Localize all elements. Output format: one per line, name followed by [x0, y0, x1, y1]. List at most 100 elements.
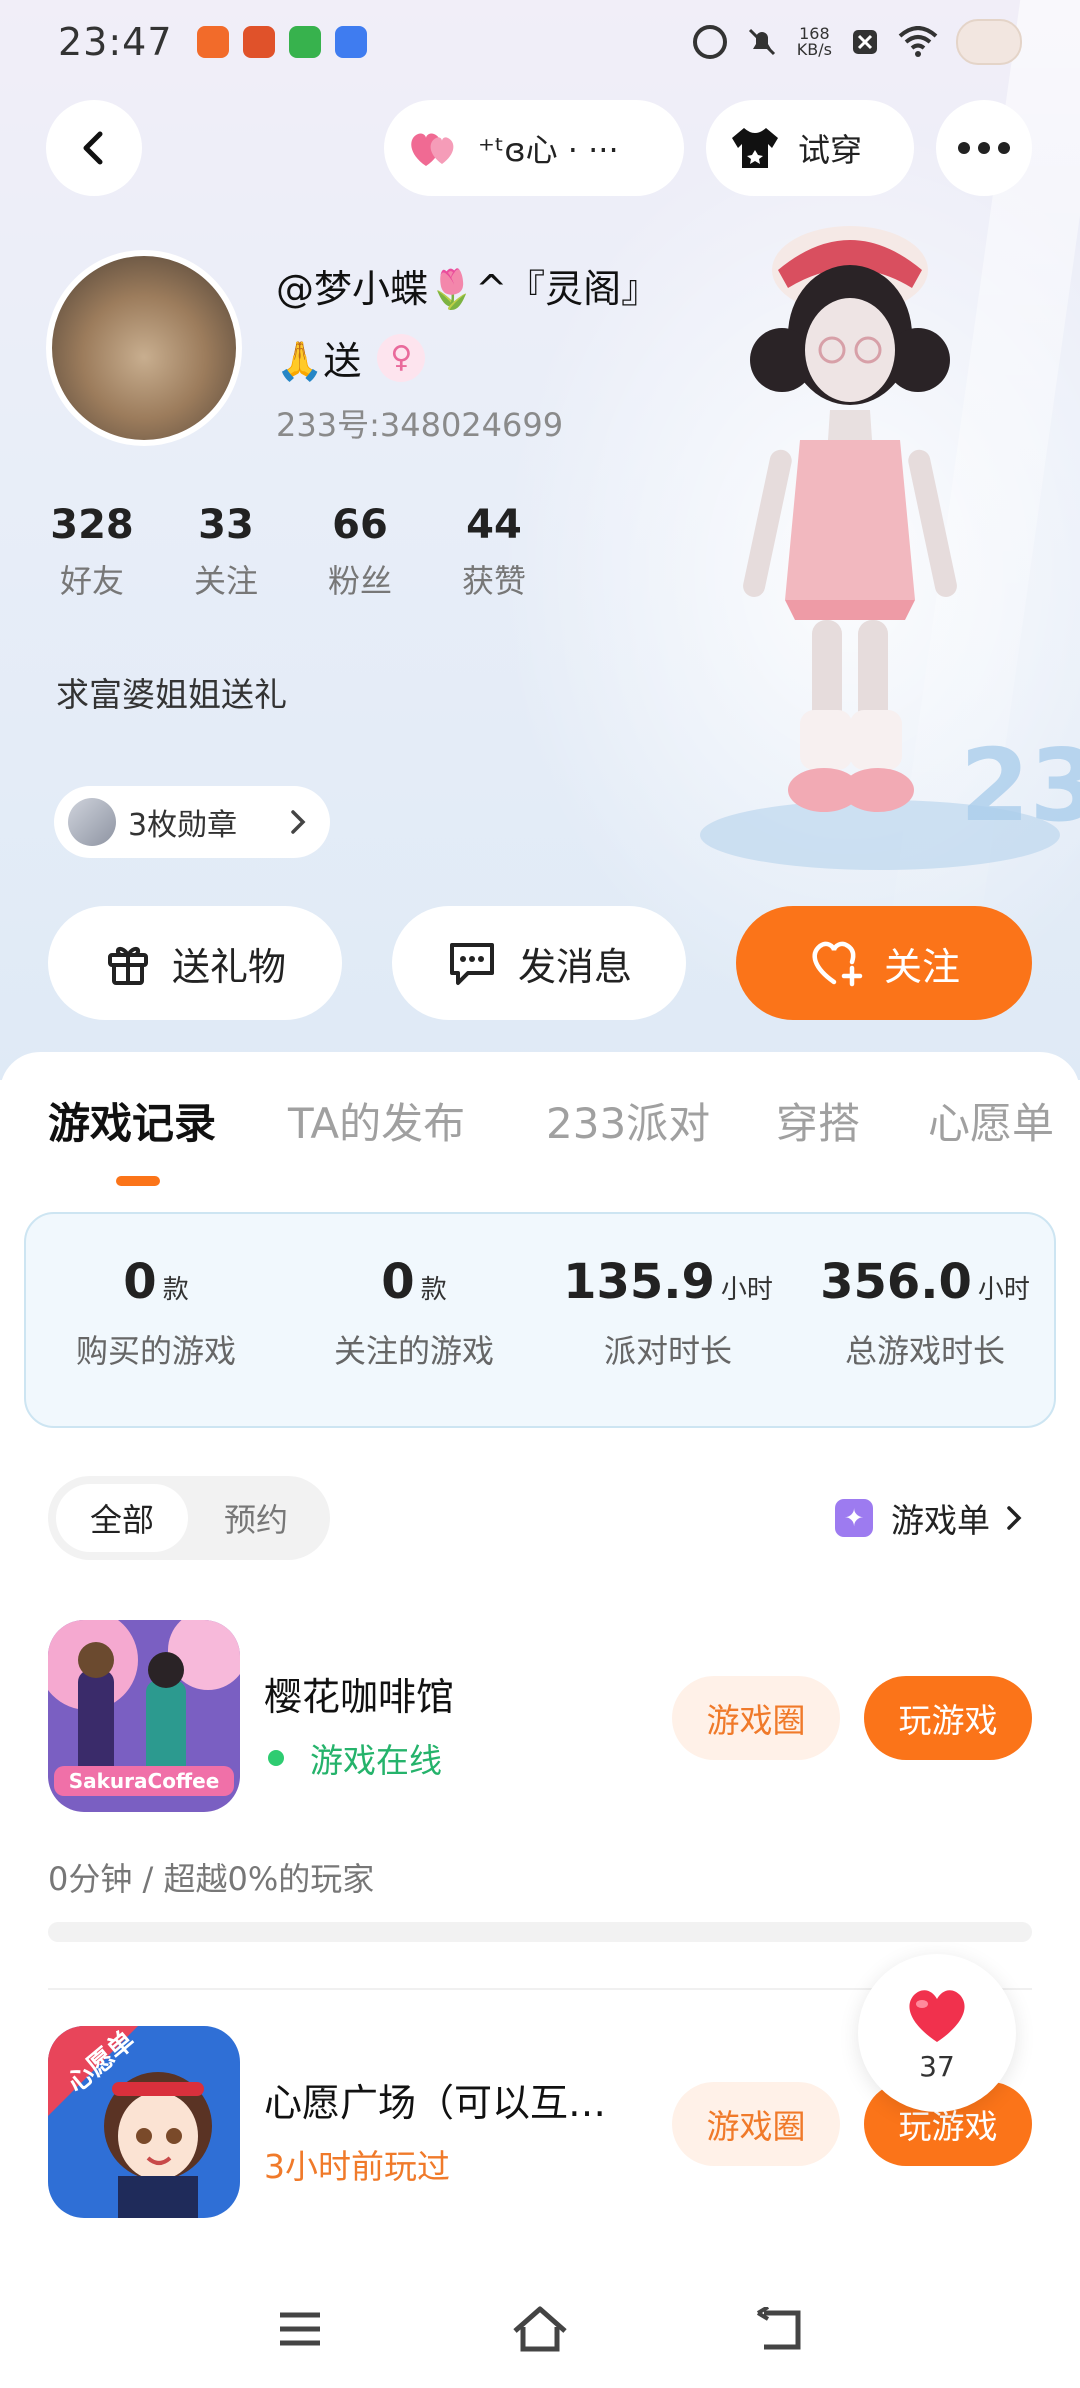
active-tab-indicator — [116, 1176, 160, 1186]
play-game-button[interactable]: 玩游戏 — [864, 1676, 1032, 1760]
tshirt-icon — [732, 128, 778, 168]
battery-icon — [956, 19, 1022, 65]
summary-followed: 0款 关注的游戏 — [314, 1254, 514, 1372]
notification-app-icon — [334, 26, 367, 58]
summary-value: 135.9 — [563, 1254, 715, 1310]
chevron-right-icon — [291, 810, 306, 834]
back-button[interactable] — [46, 100, 142, 196]
like-count: 37 — [919, 2049, 955, 2083]
game-status-text: 游戏在线 — [310, 1741, 442, 1780]
follow-label: 关注 — [883, 944, 960, 989]
notification-app-icon — [196, 26, 229, 58]
summary-purchased: 0款 购买的游戏 — [56, 1254, 256, 1372]
username: @梦小蝶🌷^『灵阁』 — [276, 267, 660, 311]
summary-value: 0 — [381, 1254, 415, 1310]
summary-label: 关注的游戏 — [333, 1332, 494, 1370]
game-name: 心愿广场（可以互… — [264, 2081, 607, 2125]
net-speed: 168 KB/s — [797, 26, 832, 58]
stat-number: 328 — [50, 502, 134, 548]
medal-icon — [68, 798, 116, 846]
send-gift-label: 送礼物 — [171, 944, 286, 989]
tab-game-records[interactable]: 游戏记录 — [48, 1090, 216, 1151]
gift-icon — [107, 947, 148, 985]
relation-pill[interactable]: ⁺ᵗɞ心 · ··· — [384, 100, 684, 196]
summary-total-time: 356.0 小时 总游戏时长 — [810, 1254, 1040, 1372]
filter-reserve[interactable]: 预约 — [190, 1484, 322, 1552]
stat-following[interactable]: 33 关注 — [184, 502, 268, 602]
stat-label: 粉丝 — [327, 562, 392, 600]
summary-unit: 款 — [162, 1275, 189, 1305]
status-app-icons — [196, 26, 367, 58]
tab-outfits[interactable]: 穿搭 — [776, 1090, 860, 1151]
heart-plus-icon — [812, 941, 863, 987]
svg-text:SakuraCoffee: SakuraCoffee — [69, 1769, 220, 1793]
tab-posts[interactable]: TA的发布 — [288, 1090, 465, 1151]
game-circle-button[interactable]: 游戏圈 — [672, 1676, 840, 1760]
menu-icon — [280, 2312, 320, 2346]
game-item[interactable]: SakuraCoffee 樱花咖啡馆 游戏在线 游戏圈 玩游戏 — [0, 1620, 1080, 1820]
back-icon — [756, 2307, 801, 2350]
notification-app-icon — [288, 26, 321, 58]
stat-friends[interactable]: 328 好友 — [50, 502, 134, 602]
follow-button[interactable]: 关注 — [736, 906, 1032, 1020]
stat-number: 33 — [198, 502, 254, 548]
profile-tabs: 游戏记录 TA的发布 233派对 穿搭 心愿单 — [0, 1090, 1080, 1190]
game-status: 游戏在线 — [264, 1734, 442, 1782]
sim-off-icon — [853, 30, 877, 54]
stat-label: 好友 — [59, 562, 124, 600]
summary-unit: 小时 — [720, 1275, 773, 1305]
stat-likes[interactable]: 44 获赞 — [452, 502, 536, 602]
send-message-button[interactable]: 发消息 — [392, 906, 686, 1020]
top-bar: ⁺ᵗɞ心 · ··· 试穿 — [0, 100, 1080, 200]
status-time: 23:47 — [58, 20, 173, 64]
filter-segmented-control: 全部 预约 — [48, 1476, 330, 1560]
more-button[interactable] — [936, 100, 1032, 196]
game-circle-button[interactable]: 游戏圈 — [672, 2082, 840, 2166]
stat-fans[interactable]: 66 粉丝 — [318, 502, 402, 602]
user-id: 233号:348024699 — [276, 406, 564, 444]
game-list-link[interactable]: ✦ 游戏单 — [835, 1494, 1024, 1542]
home-icon — [513, 2306, 567, 2352]
tab-party[interactable]: 233派对 — [546, 1090, 710, 1151]
net-speed-unit: KB/s — [796, 40, 832, 59]
chevron-right-icon — [1007, 1506, 1022, 1530]
bio-text: 求富婆姐姐送礼 — [56, 675, 287, 714]
double-heart-icon — [411, 133, 454, 166]
more-dots-icon — [958, 142, 1010, 154]
username-line2-text: 🙏送 — [276, 339, 362, 383]
game-icon-wish-plaza: 心愿单 — [48, 2026, 240, 2218]
nav-back-button[interactable] — [740, 2294, 820, 2364]
status-indicators: 168 KB/s — [692, 19, 1022, 65]
gender-female-icon: ♀ — [377, 333, 426, 382]
game-name: 樱花咖啡馆 — [264, 1675, 455, 1719]
relation-label: ⁺ᵗɞ心 · ··· — [478, 131, 619, 169]
stat-number: 66 — [332, 502, 388, 548]
avatar-character[interactable] — [700, 210, 1000, 850]
game-list-label: 游戏单 — [891, 1501, 990, 1540]
summary-party-time: 135.9 小时 派对时长 — [558, 1254, 778, 1372]
game-status: 3小时前玩过 — [264, 2140, 450, 2188]
game-summary-card: 0款 购买的游戏 0款 关注的游戏 135.9 小时 派对时长 356.0 小时 总… — [24, 1212, 1056, 1428]
chevron-left-icon — [83, 131, 103, 165]
send-gift-button[interactable]: 送礼物 — [48, 906, 342, 1020]
avatar[interactable] — [46, 250, 242, 446]
stat-number: 44 — [466, 502, 522, 548]
summary-value: 356.0 — [820, 1254, 972, 1310]
summary-label: 总游戏时长 — [844, 1332, 1005, 1370]
like-float-button[interactable]: 37 — [858, 1954, 1016, 2112]
medals-button[interactable]: 3枚勋章 — [54, 786, 330, 858]
alarm-icon — [692, 25, 727, 59]
heart-icon — [909, 1989, 965, 2042]
chat-bubble-icon — [449, 943, 494, 985]
action-row: 送礼物 发消息 关注 — [0, 906, 1080, 1020]
status-bar: 23:47 168 KB/s — [0, 0, 1080, 84]
game-icon-sakura-coffee: SakuraCoffee — [48, 1620, 240, 1812]
nav-menu-button[interactable] — [260, 2294, 340, 2364]
wifi-icon — [898, 26, 938, 57]
send-message-label: 发消息 — [517, 944, 632, 989]
play-stats-text: 0分钟 / 超越0%的玩家 — [48, 1860, 375, 1898]
filter-all[interactable]: 全部 — [56, 1484, 188, 1552]
try-on-button[interactable]: 试穿 — [706, 100, 914, 196]
tab-wishlist[interactable]: 心愿单 — [928, 1090, 1054, 1151]
nav-home-button[interactable] — [500, 2294, 580, 2364]
